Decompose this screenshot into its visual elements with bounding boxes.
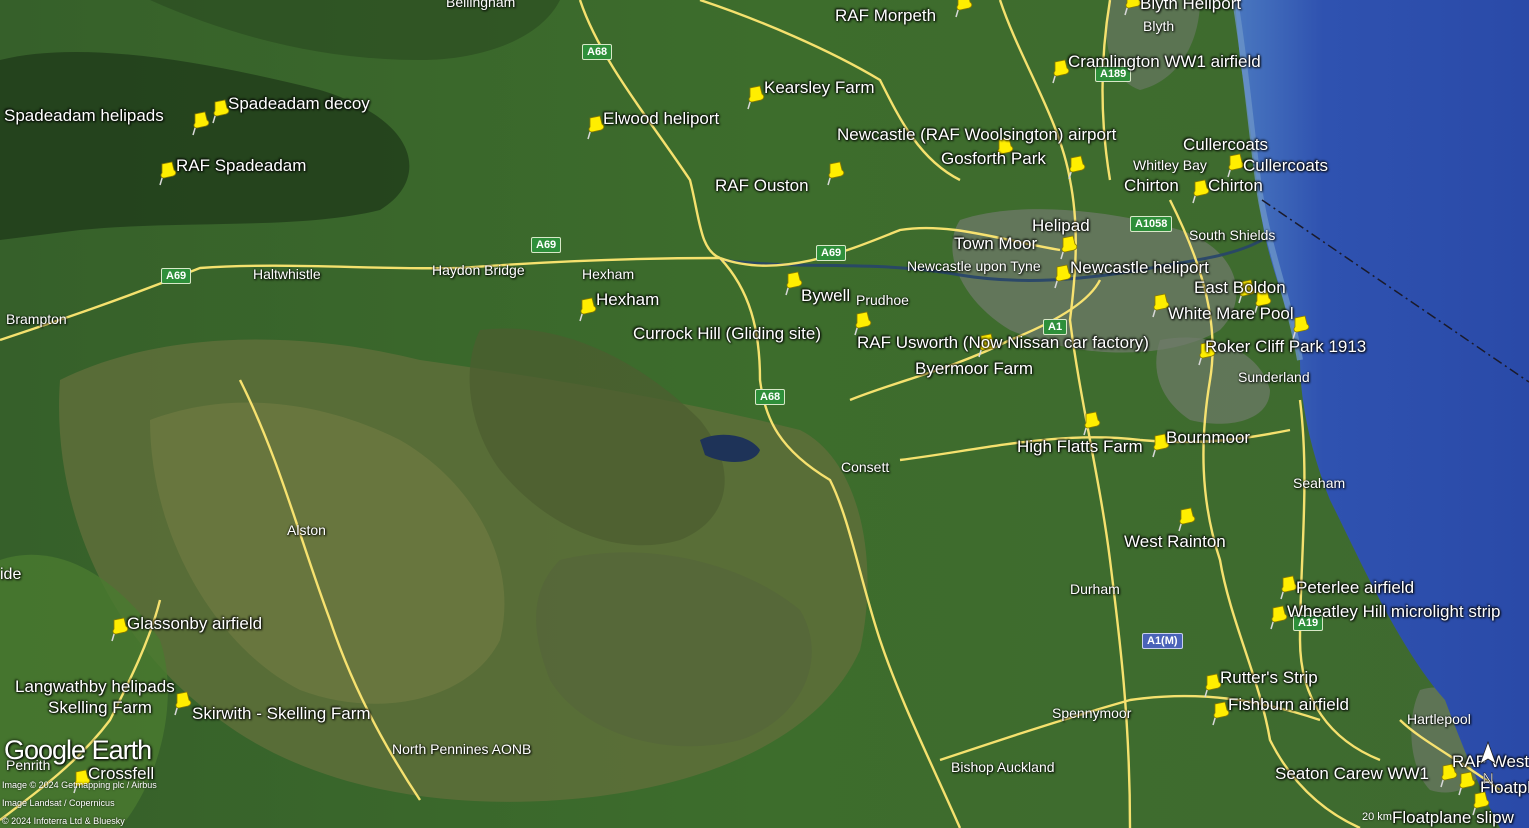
placemark-label[interactable]: Newcastle heliport <box>1070 258 1209 278</box>
placemark-label[interactable]: RAF Usworth (Now Nissan car factory) <box>857 333 1149 353</box>
place-label: Durham <box>1070 581 1120 597</box>
place-label: Alston <box>287 522 326 538</box>
north-arrow-icon[interactable]: N <box>1474 740 1502 790</box>
yellow-pushpin-icon[interactable] <box>953 0 975 18</box>
placemark-label[interactable]: Skelling Farm <box>48 698 152 718</box>
yellow-pushpin-icon[interactable] <box>1066 154 1088 180</box>
place-label: Hexham <box>582 266 635 282</box>
placemark-label[interactable]: East Boldon <box>1194 278 1286 298</box>
placemark-label[interactable]: Wheatley Hill microlight strip <box>1287 602 1501 622</box>
placemark-label[interactable]: RAF Morpeth <box>835 6 936 26</box>
placemark-label[interactable]: Fishburn airfield <box>1228 695 1349 715</box>
place-label: Brampton <box>6 311 67 327</box>
road-shield: A1(M) <box>1142 633 1183 649</box>
placemark-label[interactable]: Skirwith - Skelling Farm <box>192 704 371 724</box>
road-shield: A68 <box>755 389 786 405</box>
place-label: Haltwhistle <box>253 266 321 282</box>
place-label: Bishop Auckland <box>951 759 1055 775</box>
placemark-label[interactable]: RAF Spadeadam <box>176 156 306 176</box>
placemark-label[interactable]: Glassonby airfield <box>127 614 262 634</box>
placemark-label[interactable]: Gosforth Park <box>941 149 1046 169</box>
yellow-pushpin-icon[interactable] <box>1081 410 1103 436</box>
placemark-label[interactable]: Spadeadam helipads <box>4 106 164 126</box>
placemark-label[interactable]: Byermoor Farm <box>915 359 1033 379</box>
placemark-label[interactable]: Helipad <box>1032 216 1090 236</box>
placemark-label[interactable]: Kearsley Farm <box>764 78 875 98</box>
imagery-credit: Image Landsat / Copernicus <box>2 798 115 808</box>
placemark-label[interactable]: High Flatts Farm <box>1017 437 1143 457</box>
place-label: Sunderland <box>1238 369 1310 385</box>
placemark-label[interactable]: Hexham <box>596 290 659 310</box>
scale-bar-label: 20 km <box>1362 811 1392 823</box>
road-shield: A68 <box>582 44 613 60</box>
placemark-label[interactable]: Newcastle (RAF Woolsington) airport <box>837 125 1116 145</box>
placemark-label[interactable]: West Rainton <box>1124 532 1226 552</box>
placemark-label[interactable]: Bywell <box>801 286 850 306</box>
yellow-pushpin-icon[interactable] <box>172 690 194 716</box>
place-label: North Pennines AONB <box>392 741 532 757</box>
google-earth-logo: Google Earth <box>4 735 152 765</box>
placemark-label[interactable]: Blyth Heliport <box>1140 0 1241 14</box>
place-label: Prudhoe <box>856 292 909 308</box>
placemark-label[interactable]: Town Moor <box>954 234 1037 254</box>
placemark-label[interactable]: White Mare Pool <box>1168 304 1294 324</box>
placemark-label[interactable]: Seaton Carew WW1 <box>1275 764 1429 784</box>
yellow-pushpin-icon[interactable] <box>1058 234 1080 260</box>
placemark-label[interactable]: Currock Hill (Gliding site) <box>633 324 821 344</box>
imagery-credit: Image © 2024 Getmapping plc / Airbus <box>2 780 157 790</box>
placemark-label[interactable]: Peterlee airfield <box>1296 578 1414 598</box>
place-label: ide <box>0 566 22 583</box>
placemark-label[interactable]: Rutter's Strip <box>1220 668 1318 688</box>
placemark-label[interactable]: Elwood heliport <box>603 109 719 129</box>
road-shield: A69 <box>816 245 847 261</box>
placemark-label[interactable]: Floatplane slipw <box>1392 808 1514 828</box>
map-view[interactable]: Bellingham Blyth Whitley Bay South Shiel… <box>0 0 1529 828</box>
placemark-label[interactable]: Chirton <box>1208 176 1263 196</box>
yellow-pushpin-icon[interactable] <box>825 160 847 186</box>
place-label: Seaham <box>1293 475 1346 491</box>
place-label: South Shields <box>1189 227 1276 243</box>
svg-text:N: N <box>1482 771 1494 788</box>
road-shield: A1058 <box>1130 216 1173 232</box>
yellow-pushpin-icon[interactable] <box>190 110 212 136</box>
yellow-pushpin-icon[interactable] <box>1176 506 1198 532</box>
placemark-label[interactable]: Spadeadam decoy <box>228 94 370 114</box>
place-label: Haydon Bridge <box>432 262 525 278</box>
placemark-label[interactable]: Roker Cliff Park 1913 <box>1205 337 1366 357</box>
place-label: Blyth <box>1143 18 1175 34</box>
placemark-label[interactable]: Chirton <box>1124 176 1179 196</box>
place-label: Consett <box>841 459 890 475</box>
placemark-label[interactable]: Langwathby helipads <box>15 677 175 697</box>
place-label: Bellingham <box>446 0 516 10</box>
place-label: Hartlepool <box>1407 711 1471 727</box>
imagery-credit: © 2024 Infoterra Ltd & Bluesky <box>2 816 125 826</box>
place-label: Newcastle upon Tyne <box>907 258 1041 274</box>
place-label: Spennymoor <box>1052 705 1132 721</box>
road-shield: A69 <box>531 237 562 253</box>
placemark-label[interactable]: Bournmoor <box>1166 428 1250 448</box>
placemark-label[interactable]: RAF Ouston <box>715 176 809 196</box>
placemark-label[interactable]: Cramlington WW1 airfield <box>1068 52 1261 72</box>
placemark-label[interactable]: Cullercoats <box>1243 156 1328 176</box>
place-label: Whitley Bay <box>1133 157 1207 173</box>
road-shield: A69 <box>161 268 192 284</box>
